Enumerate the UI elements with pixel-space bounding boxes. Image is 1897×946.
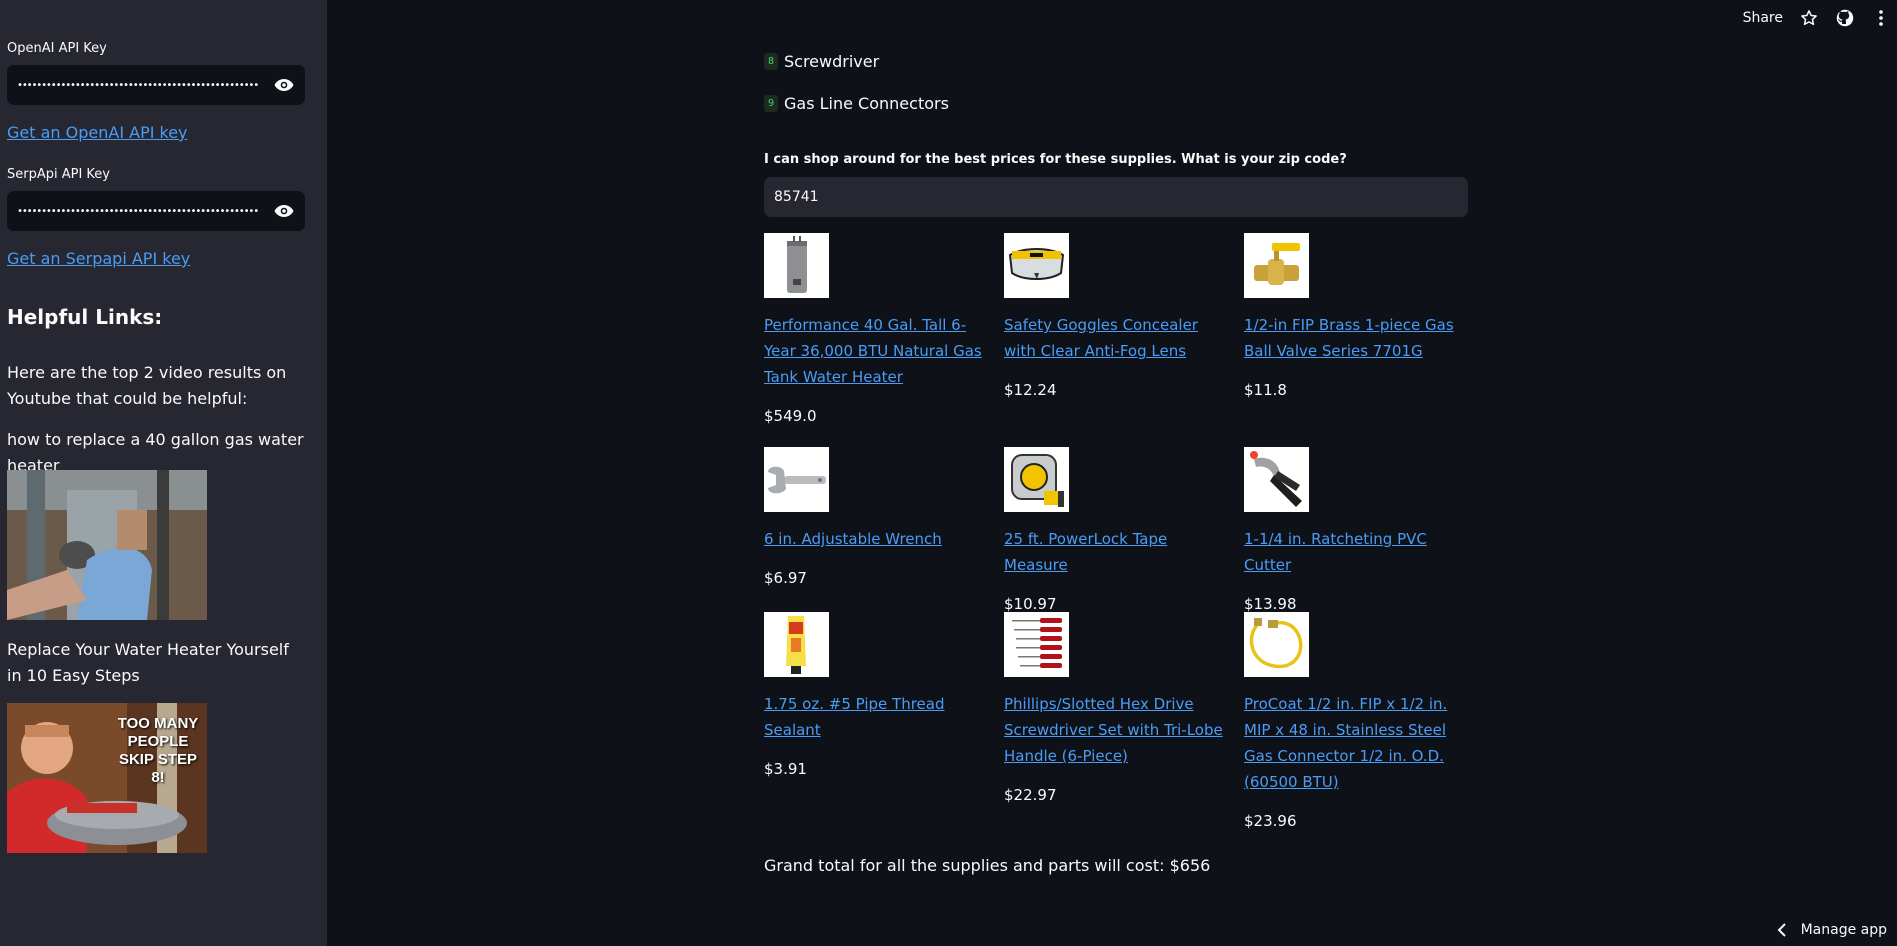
product-price: $3.91	[764, 760, 807, 778]
sealant-image[interactable]	[764, 612, 829, 677]
product-link[interactable]: 1/2-in FIP Brass 1-piece Gas Ball Valve …	[1244, 312, 1464, 364]
product-price: $22.97	[1004, 786, 1057, 804]
product-price: $11.8	[1244, 381, 1287, 399]
product-card: Performance 40 Gal. Tall 6-Year 36,000 B…	[764, 233, 984, 425]
serpapi-key-field[interactable]: ••••••••••••••••••••••••••••••••••••••••…	[7, 191, 305, 231]
openai-key-field[interactable]: ••••••••••••••••••••••••••••••••••••••••…	[7, 65, 305, 105]
product-card: 1.75 oz. #5 Pipe Thread Sealant $3.91	[764, 612, 984, 778]
tool-label: Screwdriver	[784, 52, 880, 71]
product-price: $10.97	[1004, 595, 1057, 613]
list-number-badge: 9	[764, 95, 778, 112]
github-icon[interactable]	[1835, 8, 1855, 28]
more-vertical-icon[interactable]	[1871, 8, 1891, 28]
grand-total-text: Grand total for all the supplies and par…	[764, 856, 1211, 875]
thumbnail-overlay-text: TOO MANY PEOPLE SKIP STEP 8!	[117, 715, 199, 786]
product-card: 1/2-in FIP Brass 1-piece Gas Ball Valve …	[1244, 233, 1464, 399]
product-card: Phillips/Slotted Hex Drive Screwdriver S…	[1004, 612, 1224, 804]
sidebar: OpenAI API Key •••••••••••••••••••••••••…	[0, 0, 327, 946]
gas-connector-image[interactable]	[1244, 612, 1309, 677]
product-price: $23.96	[1244, 812, 1297, 830]
tool-list-item: 9 Gas Line Connectors	[764, 94, 949, 113]
video-title-2: Replace Your Water Heater Yourself in 10…	[7, 640, 289, 685]
product-price: $6.97	[764, 569, 807, 587]
product-card: ProCoat 1/2 in. FIP x 1/2 in. MIP x 48 i…	[1244, 612, 1464, 830]
video-intro-text: Here are the top 2 video results on Yout…	[7, 363, 287, 408]
safety-goggles-image[interactable]	[1004, 233, 1069, 298]
helpful-links-heading: Helpful Links:	[7, 305, 163, 329]
video-thumbnail-1[interactable]	[7, 470, 207, 620]
gas-valve-image[interactable]	[1244, 233, 1309, 298]
product-price: $13.98	[1244, 595, 1297, 613]
star-icon[interactable]	[1799, 8, 1819, 28]
openai-key-link[interactable]: Get an OpenAI API key	[7, 123, 188, 142]
openai-key-label: OpenAI API Key	[7, 41, 107, 56]
product-link[interactable]: Performance 40 Gal. Tall 6-Year 36,000 B…	[764, 312, 984, 390]
list-number-badge: 8	[764, 53, 778, 70]
product-card: 25 ft. PowerLock Tape Measure $10.97	[1004, 447, 1224, 613]
tool-label: Gas Line Connectors	[784, 94, 949, 113]
product-price: $549.0	[764, 407, 817, 425]
product-link[interactable]: Phillips/Slotted Hex Drive Screwdriver S…	[1004, 691, 1224, 769]
product-link[interactable]: ProCoat 1/2 in. FIP x 1/2 in. MIP x 48 i…	[1244, 691, 1464, 795]
water-heater-image[interactable]	[764, 233, 829, 298]
eye-icon[interactable]	[273, 74, 295, 96]
manage-app-label: Manage app	[1800, 922, 1887, 938]
openai-key-value[interactable]: ••••••••••••••••••••••••••••••••••••••••…	[17, 80, 259, 91]
product-card: 1-1/4 in. Ratcheting PVC Cutter $13.98	[1244, 447, 1464, 613]
manage-app-button[interactable]: Manage app	[1777, 922, 1887, 938]
tool-list-item: 8 Screwdriver	[764, 52, 879, 71]
zip-code-label: I can shop around for the best prices fo…	[764, 152, 1347, 167]
serpapi-key-value[interactable]: ••••••••••••••••••••••••••••••••••••••••…	[17, 206, 259, 217]
pvc-cutter-image[interactable]	[1244, 447, 1309, 512]
product-link[interactable]: 6 in. Adjustable Wrench	[764, 526, 984, 552]
tape-measure-image[interactable]	[1004, 447, 1069, 512]
wrench-image[interactable]	[764, 447, 829, 512]
screwdriver-set-image[interactable]	[1004, 612, 1069, 677]
product-link[interactable]: 1-1/4 in. Ratcheting PVC Cutter	[1244, 526, 1464, 578]
product-card: Safety Goggles Concealer with Clear Anti…	[1004, 233, 1224, 399]
share-button[interactable]: Share	[1743, 10, 1783, 26]
product-link[interactable]: Safety Goggles Concealer with Clear Anti…	[1004, 312, 1224, 364]
product-price: $12.24	[1004, 381, 1057, 399]
product-link[interactable]: 25 ft. PowerLock Tape Measure	[1004, 526, 1224, 578]
serpapi-key-link[interactable]: Get an Serpapi API key	[7, 249, 190, 268]
serpapi-key-label: SerpApi API Key	[7, 167, 111, 182]
product-link[interactable]: 1.75 oz. #5 Pipe Thread Sealant	[764, 691, 984, 743]
zip-code-input[interactable]	[764, 177, 1468, 217]
eye-icon[interactable]	[273, 200, 295, 222]
video-thumbnail-2[interactable]: TOO MANY PEOPLE SKIP STEP 8!	[7, 703, 207, 853]
chevron-left-icon	[1777, 923, 1787, 937]
app-header: Share	[1743, 0, 1897, 36]
product-card: 6 in. Adjustable Wrench $6.97	[764, 447, 984, 587]
